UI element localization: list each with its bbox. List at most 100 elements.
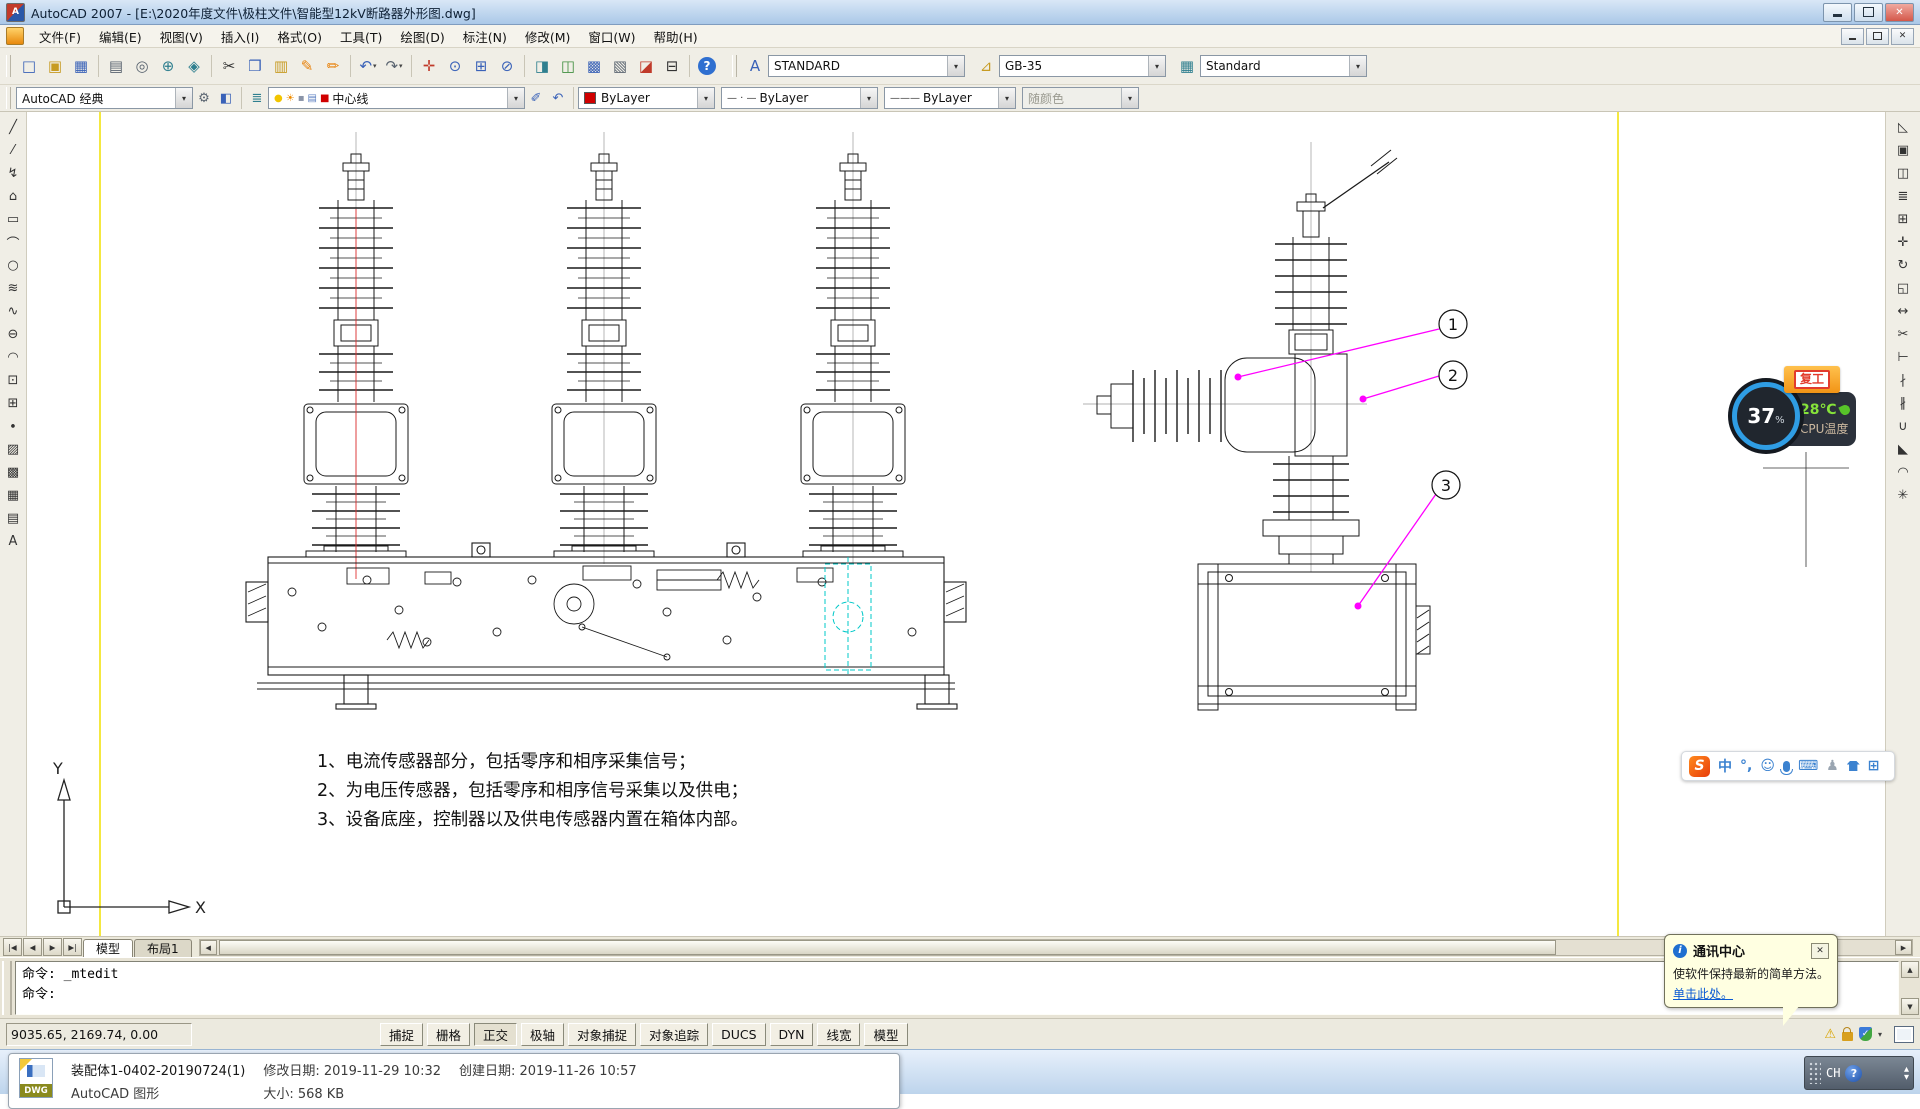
tray-down-icon[interactable]: ▼	[1904, 1074, 1909, 1080]
join-icon[interactable]: ∪	[1891, 415, 1915, 438]
sogou-ime-bar[interactable]: S 中 °, ☺ ⌨ ♟ ⊞	[1681, 751, 1895, 781]
tab-prev-button[interactable]: ◀	[23, 938, 42, 956]
quickcalc-icon[interactable]: ⊟	[659, 53, 685, 79]
chevron-down-icon[interactable]: ▾	[697, 88, 714, 108]
toolbar-grip[interactable]	[732, 55, 737, 77]
status-menu-chevron-icon[interactable]: ▾	[1878, 1030, 1882, 1039]
draw-arc-icon[interactable]: ⌒	[1, 231, 25, 254]
array-icon[interactable]: ⊞	[1891, 208, 1915, 231]
designcenter-icon[interactable]: ◫	[555, 53, 581, 79]
help-button[interactable]: ?	[694, 53, 720, 79]
open-icon[interactable]: ▣	[42, 53, 68, 79]
save-icon[interactable]: ▦	[68, 53, 94, 79]
gradient-icon[interactable]: ▩	[1, 461, 25, 484]
sogou-logo-icon[interactable]: S	[1689, 756, 1710, 777]
scroll-down-icon[interactable]: ▼	[1901, 998, 1919, 1015]
horizontal-scrollbar[interactable]: ◀ ▶	[199, 939, 1913, 956]
menu-item-dimension[interactable]: 标注(N)	[454, 26, 516, 46]
multiline-text-icon[interactable]: A	[1, 530, 25, 553]
clean-screen-button[interactable]	[1894, 1026, 1914, 1043]
layer-on-icon[interactable]: ●	[274, 93, 283, 104]
scroll-right-icon[interactable]: ▶	[1895, 940, 1912, 955]
chinese-mode-icon[interactable]: 中	[1718, 756, 1732, 776]
toolbar-grip[interactable]	[6, 87, 11, 109]
color-combo[interactable]: ByLayer ▾	[578, 87, 715, 109]
insert-block-icon[interactable]: ⊡	[1, 369, 25, 392]
save-workspace-icon[interactable]: ◧	[215, 87, 237, 109]
cpu-monitor-widget[interactable]: 复工 28℃ CPU温度 37 %	[1732, 366, 1858, 458]
emoji-icon[interactable]: ☺	[1760, 758, 1775, 774]
draw-polygon-icon[interactable]: ⌂	[1, 185, 25, 208]
menu-item-edit[interactable]: 编辑(E)	[90, 26, 151, 46]
lineweight-toggle[interactable]: 线宽	[817, 1023, 860, 1046]
sheet-set-manager-icon[interactable]: ▧	[607, 53, 633, 79]
table-icon[interactable]: ▤	[1, 507, 25, 530]
copy-object-icon[interactable]: ▣	[1891, 139, 1915, 162]
ducs-toggle[interactable]: DUCS	[712, 1023, 765, 1046]
communication-warning-icon[interactable]: ⚠	[1824, 1027, 1836, 1042]
grid-toggle[interactable]: 栅格	[427, 1023, 470, 1046]
dwf-icon[interactable]: ◈	[181, 53, 207, 79]
table-style-combo[interactable]: Standard ▾	[1200, 55, 1367, 77]
tab-next-button[interactable]: ▶	[43, 938, 62, 956]
dim-style-icon[interactable]: ⊿	[973, 53, 999, 79]
table-style-icon[interactable]: ▦	[1174, 53, 1200, 79]
chevron-down-icon[interactable]: ▾	[998, 88, 1015, 108]
menu-item-format[interactable]: 格式(O)	[268, 26, 331, 46]
toolbox-icon[interactable]: ⊞	[1868, 758, 1880, 774]
chevron-down-icon[interactable]: ▾	[860, 88, 877, 108]
close-button[interactable]: ✕	[1885, 3, 1914, 22]
linetype-combo[interactable]: — · — ByLayer ▾	[721, 87, 878, 109]
break-icon[interactable]: ∦	[1891, 392, 1915, 415]
plot-icon[interactable]: ▤	[103, 53, 129, 79]
stretch-icon[interactable]: ↔	[1891, 300, 1915, 323]
command-input[interactable]: 命令: _mtedit 命令:	[15, 961, 1899, 1015]
paste-icon[interactable]: ▥	[268, 53, 294, 79]
make-layer-current-icon[interactable]: ✐	[525, 87, 547, 109]
restore-button[interactable]	[1854, 3, 1883, 22]
mdi-restore-button[interactable]	[1866, 28, 1889, 45]
region-icon[interactable]: ▦	[1, 484, 25, 507]
drawing-canvas[interactable]: 1 2 3 1、电流传感器部分，包括零序和相序采集信号； 2、为电压传感器，包括…	[27, 112, 1885, 936]
copy-icon[interactable]: ❒	[242, 53, 268, 79]
layer-manager-icon[interactable]: ≣	[246, 87, 268, 109]
polar-toggle[interactable]: 极轴	[521, 1023, 564, 1046]
lock-icon[interactable]	[1842, 1032, 1853, 1041]
command-scrollbar[interactable]: ▲ ▼	[1901, 961, 1918, 1015]
layer-plot-icon[interactable]: ▤	[307, 93, 316, 104]
tab-model[interactable]: 模型	[83, 939, 133, 957]
draw-revision-cloud-icon[interactable]: ≋	[1, 277, 25, 300]
menu-item-modify[interactable]: 修改(M)	[516, 26, 580, 46]
ime-help-icon[interactable]: ?	[1845, 1065, 1862, 1082]
draw-rectangle-icon[interactable]: ▭	[1, 208, 25, 231]
scroll-left-icon[interactable]: ◀	[200, 940, 217, 955]
redo-icon[interactable]: ↷▾	[381, 53, 407, 79]
mdi-close-button[interactable]: ✕	[1891, 28, 1914, 45]
command-window-grip[interactable]	[2, 961, 12, 1015]
chamfer-icon[interactable]: ◣	[1891, 438, 1915, 461]
draw-point-icon[interactable]: ∙	[1, 415, 25, 438]
text-style-combo[interactable]: STANDARD ▾	[768, 55, 965, 77]
dyn-toggle[interactable]: DYN	[770, 1023, 814, 1046]
ortho-toggle[interactable]: 正交	[474, 1023, 517, 1046]
make-block-icon[interactable]: ⊞	[1, 392, 25, 415]
text-style-icon[interactable]: A	[742, 53, 768, 79]
chevron-down-icon[interactable]: ▾	[1121, 88, 1138, 108]
plot-preview-icon[interactable]: ◎	[129, 53, 155, 79]
minimize-button[interactable]	[1823, 3, 1852, 22]
draw-ellipse-icon[interactable]: ⊖	[1, 323, 25, 346]
menu-item-tools[interactable]: 工具(T)	[331, 26, 391, 46]
layer-freeze-icon[interactable]: ☀	[286, 93, 295, 104]
tray-up-icon[interactable]: ▲	[1904, 1066, 1909, 1072]
account-icon[interactable]: ♟	[1826, 758, 1839, 774]
draw-circle-icon[interactable]: ○	[1, 254, 25, 277]
menu-item-window[interactable]: 窗口(W)	[579, 26, 644, 46]
draw-line-icon[interactable]: ╱	[1, 116, 25, 139]
soft-keyboard-icon[interactable]: ⌨	[1798, 758, 1818, 774]
chevron-down-icon[interactable]: ▾	[507, 88, 524, 108]
language-indicator[interactable]: CH	[1826, 1066, 1840, 1080]
trim-icon[interactable]: ✂	[1891, 323, 1915, 346]
snap-toggle[interactable]: 捕捉	[380, 1023, 423, 1046]
tool-palettes-icon[interactable]: ▩	[581, 53, 607, 79]
match-properties-icon[interactable]: ✎	[294, 53, 320, 79]
